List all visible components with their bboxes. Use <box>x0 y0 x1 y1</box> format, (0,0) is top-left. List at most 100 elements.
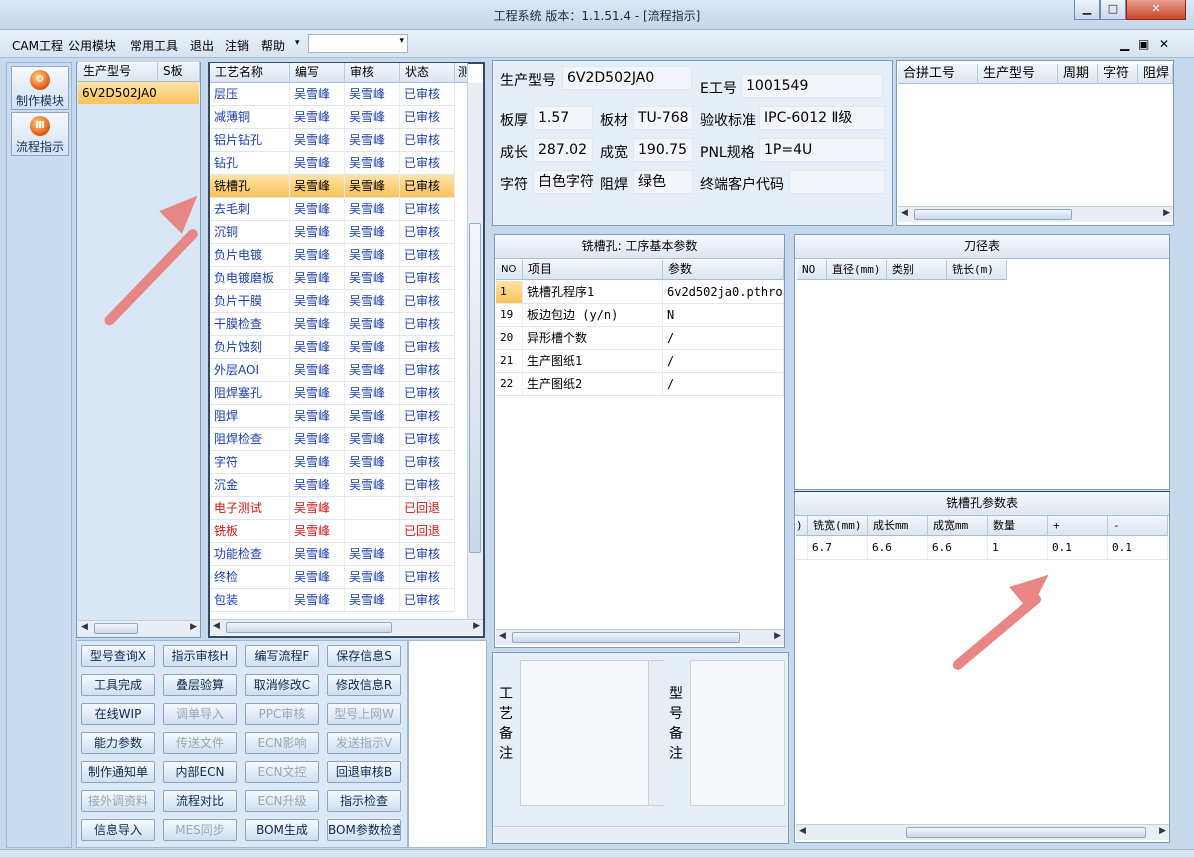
scroll-left-icon[interactable]: ◀ <box>81 622 88 632</box>
process-cell[interactable]: 吴雪峰 <box>290 359 345 382</box>
info-value[interactable]: 1P=4U <box>759 138 885 162</box>
param-cell[interactable]: 21 <box>496 350 523 373</box>
process-cell[interactable]: 吴雪峰 <box>345 198 400 221</box>
status-cell[interactable]: 已审核 <box>400 359 455 382</box>
process-cell[interactable]: 吴雪峰 <box>290 313 345 336</box>
action-button[interactable]: ECN影响 <box>245 732 319 754</box>
col-header-slot[interactable]: 成宽mm <box>928 516 988 536</box>
param-cell[interactable]: 19 <box>496 304 523 327</box>
process-cell[interactable]: 吴雪峰 <box>345 175 400 198</box>
minimize-button[interactable]: ▁ <box>1074 0 1100 20</box>
process-name-cell[interactable]: 铣板 <box>210 520 290 543</box>
col-header-writer[interactable]: 编写 <box>290 63 345 83</box>
status-cell[interactable]: 已审核 <box>400 405 455 428</box>
process-hscroll[interactable]: ◀ ▶ <box>210 619 483 635</box>
scroll-thumb[interactable] <box>94 623 138 634</box>
process-name-cell[interactable]: 干膜检查 <box>210 313 290 336</box>
process-cell[interactable]: 吴雪峰 <box>345 290 400 313</box>
scroll-right-icon[interactable]: ▶ <box>473 621 480 631</box>
process-vscroll[interactable] <box>467 83 483 619</box>
param-cell[interactable]: 1 <box>496 281 523 304</box>
process-name-cell[interactable]: 钻孔 <box>210 152 290 175</box>
process-cell[interactable]: 吴雪峰 <box>345 405 400 428</box>
action-button[interactable]: 流程对比 <box>163 790 237 812</box>
col-header-combine[interactable]: 合拼工号 <box>898 64 978 84</box>
process-cell[interactable]: 吴雪峰 <box>290 382 345 405</box>
process-cell[interactable]: 吴雪峰 <box>345 474 400 497</box>
col-header-knife[interactable]: 直径(mm) <box>827 260 887 280</box>
action-button[interactable]: 指示审核H <box>163 645 237 667</box>
param-item-cell[interactable]: 板边包边 (y/n) <box>523 304 663 327</box>
process-cell[interactable]: 吴雪峰 <box>345 152 400 175</box>
action-button[interactable]: BOM生成 <box>245 819 319 841</box>
col-header-knife[interactable]: NO <box>797 260 827 280</box>
scroll-left-icon[interactable]: ◀ <box>901 208 908 218</box>
process-name-cell[interactable]: 阻焊检查 <box>210 428 290 451</box>
process-cell[interactable]: 吴雪峰 <box>290 106 345 129</box>
status-cell[interactable]: 已审核 <box>400 290 455 313</box>
param-item-cell[interactable]: 铣槽孔程序1 <box>523 281 663 304</box>
info-value[interactable]: 绿色 <box>633 170 693 194</box>
slot-cell[interactable]: 1 <box>988 537 1048 560</box>
scroll-right-icon[interactable]: ▶ <box>774 631 781 641</box>
process-name-cell[interactable]: 沉铜 <box>210 221 290 244</box>
process-cell[interactable]: 吴雪峰 <box>345 382 400 405</box>
process-cell[interactable]: 吴雪峰 <box>345 83 400 106</box>
col-header-slot[interactable]: 数量 <box>988 516 1048 536</box>
action-button[interactable]: 信息导入 <box>81 819 155 841</box>
menu-exit[interactable]: 退出 <box>190 37 214 54</box>
process-cell[interactable] <box>345 497 400 520</box>
status-cell[interactable]: 已审核 <box>400 451 455 474</box>
sidebar-item-flow-guide[interactable]: Ⅲ 流程指示 <box>11 112 69 156</box>
process-name-cell[interactable]: 减薄铜 <box>210 106 290 129</box>
process-name-cell[interactable]: 功能检查 <box>210 543 290 566</box>
action-button[interactable]: 编写流程F <box>245 645 319 667</box>
model-note-textarea[interactable] <box>690 660 785 806</box>
col-header-combine[interactable]: 周期 <box>1058 64 1098 84</box>
process-name-cell[interactable]: 负电镀磨板 <box>210 267 290 290</box>
process-cell[interactable]: 吴雪峰 <box>290 244 345 267</box>
slot-cell[interactable]: 6.7 <box>808 537 868 560</box>
process-name-cell[interactable]: 负片蚀刻 <box>210 336 290 359</box>
action-button[interactable]: ECN升级 <box>245 790 319 812</box>
close-button[interactable]: ✕ <box>1126 0 1186 20</box>
process-cell[interactable]: 吴雪峰 <box>290 221 345 244</box>
process-cell[interactable]: 吴雪峰 <box>290 428 345 451</box>
status-cell[interactable]: 已审核 <box>400 175 455 198</box>
action-button[interactable]: 发送指示V <box>327 732 401 754</box>
process-name-cell[interactable]: 负片干膜 <box>210 290 290 313</box>
process-name-cell[interactable]: 字符 <box>210 451 290 474</box>
info-value[interactable] <box>789 170 885 194</box>
menu-combo[interactable]: ▾ <box>308 34 408 53</box>
process-cell[interactable]: 吴雪峰 <box>345 451 400 474</box>
process-cell[interactable]: 吴雪峰 <box>290 267 345 290</box>
slot-hscroll[interactable]: ◀ ▶ <box>796 824 1169 840</box>
scroll-right-icon[interactable]: ▶ <box>1163 208 1170 218</box>
status-cell[interactable]: 已审核 <box>400 221 455 244</box>
process-cell[interactable]: 吴雪峰 <box>345 267 400 290</box>
action-button[interactable]: 调单导入 <box>163 703 237 725</box>
mdi-close-button[interactable]: ✕ <box>1159 37 1169 51</box>
process-cell[interactable]: 吴雪峰 <box>290 175 345 198</box>
action-button[interactable]: 内部ECN <box>163 761 237 783</box>
process-cell[interactable]: 吴雪峰 <box>345 244 400 267</box>
status-cell[interactable]: 已审核 <box>400 543 455 566</box>
model-hscroll[interactable]: ◀ ▶ <box>78 620 200 636</box>
status-cell[interactable]: 已审核 <box>400 474 455 497</box>
status-cell[interactable]: 已审核 <box>400 106 455 129</box>
scroll-thumb[interactable] <box>226 622 392 633</box>
col-header-slot[interactable]: + <box>1048 516 1108 536</box>
process-cell[interactable]: 吴雪峰 <box>345 359 400 382</box>
scroll-thumb[interactable] <box>512 632 740 643</box>
menu-tools[interactable]: 常用工具 <box>130 37 178 54</box>
craft-note-textarea[interactable] <box>520 660 664 806</box>
param-cell[interactable]: 20 <box>496 327 523 350</box>
process-cell[interactable]: 吴雪峰 <box>290 566 345 589</box>
action-button[interactable]: 回退审核B <box>327 761 401 783</box>
param-item-cell[interactable]: 生产图纸1 <box>523 350 663 373</box>
status-cell[interactable]: 已审核 <box>400 428 455 451</box>
info-value[interactable]: 1001549 <box>741 74 883 98</box>
process-cell[interactable]: 吴雪峰 <box>345 106 400 129</box>
slot-cell[interactable]: 6.6 <box>868 537 928 560</box>
process-cell[interactable]: 吴雪峰 <box>290 497 345 520</box>
